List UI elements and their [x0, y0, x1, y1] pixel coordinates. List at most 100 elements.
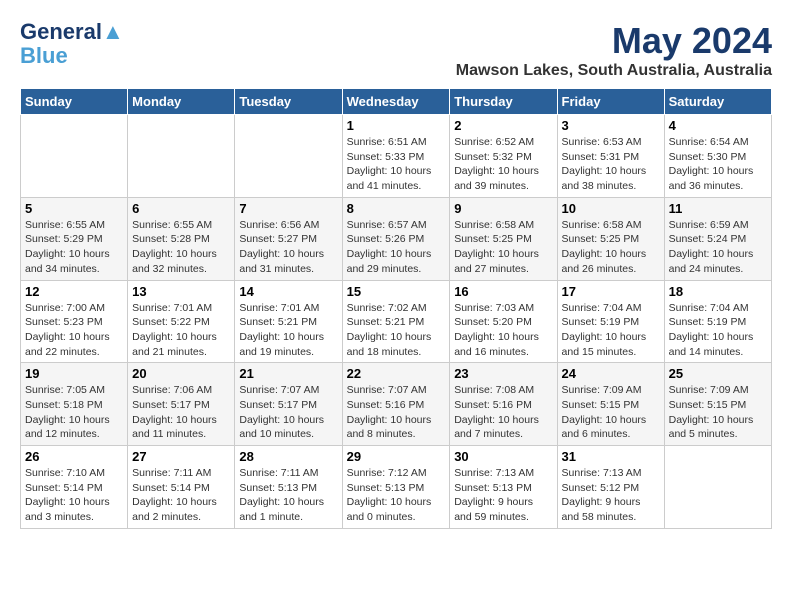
calendar-cell	[21, 115, 128, 198]
day-number: 8	[347, 201, 446, 216]
day-number: 12	[25, 284, 123, 299]
day-info: Sunrise: 7:07 AM Sunset: 5:17 PM Dayligh…	[239, 383, 337, 442]
day-number: 28	[239, 449, 337, 464]
day-info: Sunrise: 7:09 AM Sunset: 5:15 PM Dayligh…	[669, 383, 767, 442]
day-number: 31	[562, 449, 660, 464]
calendar-cell: 21 Sunrise: 7:07 AM Sunset: 5:17 PM Dayli…	[235, 363, 342, 446]
calendar-cell: 3 Sunrise: 6:53 AM Sunset: 5:31 PM Daylig…	[557, 115, 664, 198]
header: General▲ Blue May 2024 Mawson Lakes, Sou…	[20, 20, 772, 80]
calendar-cell	[235, 115, 342, 198]
month-title: May 2024	[456, 20, 772, 62]
day-info: Sunrise: 6:54 AM Sunset: 5:30 PM Dayligh…	[669, 135, 767, 194]
calendar-cell: 4 Sunrise: 6:54 AM Sunset: 5:30 PM Daylig…	[664, 115, 771, 198]
day-number: 25	[669, 366, 767, 381]
calendar-cell: 24 Sunrise: 7:09 AM Sunset: 5:15 PM Dayli…	[557, 363, 664, 446]
calendar-cell: 12 Sunrise: 7:00 AM Sunset: 5:23 PM Dayli…	[21, 280, 128, 363]
day-info: Sunrise: 7:13 AM Sunset: 5:12 PM Dayligh…	[562, 466, 660, 525]
day-info: Sunrise: 7:13 AM Sunset: 5:13 PM Dayligh…	[454, 466, 552, 525]
day-info: Sunrise: 6:57 AM Sunset: 5:26 PM Dayligh…	[347, 218, 446, 277]
day-info: Sunrise: 6:55 AM Sunset: 5:29 PM Dayligh…	[25, 218, 123, 277]
calendar-cell: 10 Sunrise: 6:58 AM Sunset: 5:25 PM Dayli…	[557, 197, 664, 280]
calendar-cell: 13Sunrise: 7:01 AM Sunset: 5:22 PM Dayli…	[128, 280, 235, 363]
day-number: 17	[562, 284, 660, 299]
calendar-cell: 7Sunrise: 6:56 AM Sunset: 5:27 PM Daylig…	[235, 197, 342, 280]
calendar-cell: 18 Sunrise: 7:04 AM Sunset: 5:19 PM Dayli…	[664, 280, 771, 363]
day-number: 10	[562, 201, 660, 216]
calendar-cell: 29 Sunrise: 7:12 AM Sunset: 5:13 PM Dayli…	[342, 446, 450, 529]
day-info: Sunrise: 6:55 AM Sunset: 5:28 PM Dayligh…	[132, 218, 230, 277]
day-number: 9	[454, 201, 552, 216]
day-number: 21	[239, 366, 337, 381]
day-number: 23	[454, 366, 552, 381]
day-number: 14	[239, 284, 337, 299]
calendar-cell: 16 Sunrise: 7:03 AM Sunset: 5:20 PM Dayli…	[450, 280, 557, 363]
day-info: Sunrise: 7:05 AM Sunset: 5:18 PM Dayligh…	[25, 383, 123, 442]
calendar-cell: 20Sunrise: 7:06 AM Sunset: 5:17 PM Dayli…	[128, 363, 235, 446]
day-info: Sunrise: 6:59 AM Sunset: 5:24 PM Dayligh…	[669, 218, 767, 277]
day-number: 16	[454, 284, 552, 299]
logo: General▲ Blue	[20, 20, 124, 68]
calendar-cell: 5 Sunrise: 6:55 AM Sunset: 5:29 PM Daylig…	[21, 197, 128, 280]
calendar-cell	[128, 115, 235, 198]
calendar-cell: 1Sunrise: 6:51 AM Sunset: 5:33 PM Daylig…	[342, 115, 450, 198]
day-info: Sunrise: 7:04 AM Sunset: 5:19 PM Dayligh…	[669, 301, 767, 360]
day-info: Sunrise: 7:06 AM Sunset: 5:17 PM Dayligh…	[132, 383, 230, 442]
day-number: 30	[454, 449, 552, 464]
day-info: Sunrise: 7:11 AM Sunset: 5:13 PM Dayligh…	[239, 466, 337, 525]
day-info: Sunrise: 6:58 AM Sunset: 5:25 PM Dayligh…	[562, 218, 660, 277]
day-info: Sunrise: 6:58 AM Sunset: 5:25 PM Dayligh…	[454, 218, 552, 277]
day-info: Sunrise: 6:53 AM Sunset: 5:31 PM Dayligh…	[562, 135, 660, 194]
day-info: Sunrise: 6:52 AM Sunset: 5:32 PM Dayligh…	[454, 135, 552, 194]
calendar-week-3: 12 Sunrise: 7:00 AM Sunset: 5:23 PM Dayli…	[21, 280, 772, 363]
day-info: Sunrise: 7:11 AM Sunset: 5:14 PM Dayligh…	[132, 466, 230, 525]
day-info: Sunrise: 6:51 AM Sunset: 5:33 PM Dayligh…	[347, 135, 446, 194]
header-cell-saturday: Saturday	[664, 89, 771, 115]
header-cell-monday: Monday	[128, 89, 235, 115]
calendar-cell: 14 Sunrise: 7:01 AM Sunset: 5:21 PM Dayli…	[235, 280, 342, 363]
calendar-cell	[664, 446, 771, 529]
day-info: Sunrise: 7:00 AM Sunset: 5:23 PM Dayligh…	[25, 301, 123, 360]
day-info: Sunrise: 7:08 AM Sunset: 5:16 PM Dayligh…	[454, 383, 552, 442]
calendar-week-2: 5 Sunrise: 6:55 AM Sunset: 5:29 PM Daylig…	[21, 197, 772, 280]
day-info: Sunrise: 7:10 AM Sunset: 5:14 PM Dayligh…	[25, 466, 123, 525]
calendar-cell: 2 Sunrise: 6:52 AM Sunset: 5:32 PM Daylig…	[450, 115, 557, 198]
day-number: 26	[25, 449, 123, 464]
day-info: Sunrise: 7:03 AM Sunset: 5:20 PM Dayligh…	[454, 301, 552, 360]
day-number: 18	[669, 284, 767, 299]
day-number: 29	[347, 449, 446, 464]
header-cell-wednesday: Wednesday	[342, 89, 450, 115]
day-number: 6	[132, 201, 230, 216]
day-number: 24	[562, 366, 660, 381]
header-row: SundayMondayTuesdayWednesdayThursdayFrid…	[21, 89, 772, 115]
day-number: 22	[347, 366, 446, 381]
calendar-week-5: 26 Sunrise: 7:10 AM Sunset: 5:14 PM Dayli…	[21, 446, 772, 529]
day-info: Sunrise: 7:09 AM Sunset: 5:15 PM Dayligh…	[562, 383, 660, 442]
calendar-cell: 27 Sunrise: 7:11 AM Sunset: 5:14 PM Dayli…	[128, 446, 235, 529]
header-cell-sunday: Sunday	[21, 89, 128, 115]
header-cell-friday: Friday	[557, 89, 664, 115]
day-info: Sunrise: 7:12 AM Sunset: 5:13 PM Dayligh…	[347, 466, 446, 525]
title-block: May 2024 Mawson Lakes, South Australia, …	[456, 20, 772, 80]
logo-text: General▲ Blue	[20, 20, 124, 68]
day-number: 11	[669, 201, 767, 216]
day-number: 2	[454, 118, 552, 133]
calendar-week-4: 19Sunrise: 7:05 AM Sunset: 5:18 PM Dayli…	[21, 363, 772, 446]
day-info: Sunrise: 7:07 AM Sunset: 5:16 PM Dayligh…	[347, 383, 446, 442]
day-number: 7	[239, 201, 337, 216]
calendar-cell: 30 Sunrise: 7:13 AM Sunset: 5:13 PM Dayli…	[450, 446, 557, 529]
calendar-header: SundayMondayTuesdayWednesdayThursdayFrid…	[21, 89, 772, 115]
day-info: Sunrise: 7:01 AM Sunset: 5:21 PM Dayligh…	[239, 301, 337, 360]
calendar-cell: 25 Sunrise: 7:09 AM Sunset: 5:15 PM Dayli…	[664, 363, 771, 446]
calendar-cell: 6 Sunrise: 6:55 AM Sunset: 5:28 PM Daylig…	[128, 197, 235, 280]
location-title: Mawson Lakes, South Australia, Australia	[456, 62, 772, 80]
day-number: 3	[562, 118, 660, 133]
day-number: 27	[132, 449, 230, 464]
day-number: 5	[25, 201, 123, 216]
calendar-cell: 26 Sunrise: 7:10 AM Sunset: 5:14 PM Dayli…	[21, 446, 128, 529]
calendar-cell: 23 Sunrise: 7:08 AM Sunset: 5:16 PM Dayli…	[450, 363, 557, 446]
calendar-cell: 8 Sunrise: 6:57 AM Sunset: 5:26 PM Daylig…	[342, 197, 450, 280]
calendar-cell: 31 Sunrise: 7:13 AM Sunset: 5:12 PM Dayli…	[557, 446, 664, 529]
day-number: 4	[669, 118, 767, 133]
calendar-body: 1Sunrise: 6:51 AM Sunset: 5:33 PM Daylig…	[21, 115, 772, 529]
day-number: 13	[132, 284, 230, 299]
